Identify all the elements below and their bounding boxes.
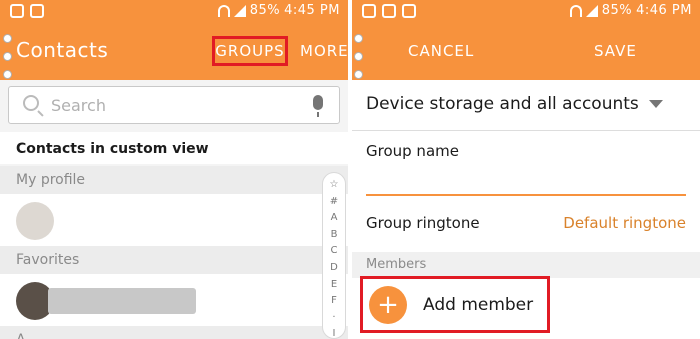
group-name-field[interactable] xyxy=(366,194,686,196)
group-name-label: Group name xyxy=(366,142,459,160)
index-letter: A xyxy=(16,332,26,339)
index-entry[interactable]: B xyxy=(323,227,345,244)
notification-icons xyxy=(362,4,416,18)
storage-label: Device storage and all accounts xyxy=(366,94,639,114)
mic-icon[interactable] xyxy=(313,95,323,117)
signal-icon xyxy=(585,4,598,17)
status-bar: 85% 4:46 PM xyxy=(352,0,700,24)
selection-handle xyxy=(354,52,363,61)
add-member-button[interactable]: + Add member xyxy=(360,276,550,333)
index-entry[interactable]: · xyxy=(323,310,345,327)
status-bar: 85% 4:45 PM xyxy=(0,0,348,24)
selection-handle xyxy=(3,34,12,43)
search-input[interactable] xyxy=(51,93,291,117)
dropdown-caret-icon xyxy=(648,100,663,108)
status-right: 85% 4:46 PM xyxy=(569,3,692,18)
clock: 4:46 PM xyxy=(636,3,692,18)
storage-dropdown[interactable]: Device storage and all accounts xyxy=(366,94,663,114)
app-bar: Contacts GROUPS MORE xyxy=(0,24,348,80)
search-bar[interactable] xyxy=(8,86,340,124)
wifi-icon xyxy=(569,4,582,17)
create-group-screen: 85% 4:46 PM CANCEL SAVE Device storage a… xyxy=(352,0,700,339)
clock: 4:45 PM xyxy=(284,3,340,18)
favorites-header: Favorites xyxy=(0,246,348,274)
index-entry[interactable]: I xyxy=(323,326,345,339)
cancel-button[interactable]: CANCEL xyxy=(408,42,474,60)
add-member-label: Add member xyxy=(423,294,534,315)
more-button[interactable]: MORE xyxy=(300,42,348,60)
groups-button[interactable]: GROUPS xyxy=(212,36,288,66)
blurred-contact-name xyxy=(48,288,196,314)
avatar xyxy=(16,202,54,240)
index-entry[interactable]: A xyxy=(323,210,345,227)
index-section-header: A xyxy=(0,326,348,339)
index-entry[interactable]: C xyxy=(323,243,345,260)
favorite-contact-row[interactable] xyxy=(0,274,348,326)
plus-icon: + xyxy=(369,285,407,324)
app-bar: CANCEL SAVE xyxy=(352,24,700,80)
ringtone-label[interactable]: Group ringtone xyxy=(366,214,480,232)
selection-handle xyxy=(3,52,12,61)
index-entry[interactable]: # xyxy=(323,194,345,211)
notification-icons xyxy=(10,4,44,18)
selection-handle xyxy=(354,34,363,43)
contacts-screen: 85% 4:45 PM Contacts GROUPS MORE Contact… xyxy=(0,0,348,339)
signal-icon xyxy=(233,4,246,17)
selection-handle xyxy=(3,70,12,79)
members-header: Members xyxy=(352,252,700,278)
alphabet-index[interactable]: ☆ # A B C D E F · I xyxy=(322,172,346,339)
wifi-icon xyxy=(217,4,230,17)
divider xyxy=(352,130,700,131)
status-right: 85% 4:45 PM xyxy=(217,3,340,18)
battery-text: 85% xyxy=(249,3,281,18)
custom-view-header[interactable]: Contacts in custom view xyxy=(0,132,348,164)
selection-handle xyxy=(354,70,363,79)
page-title: Contacts xyxy=(16,38,109,62)
battery-text: 85% xyxy=(601,3,633,18)
ringtone-value[interactable]: Default ringtone xyxy=(563,214,686,232)
index-entry[interactable]: F xyxy=(323,293,345,310)
profile-row[interactable] xyxy=(0,194,348,246)
index-entry[interactable]: D xyxy=(323,260,345,277)
index-entry[interactable]: ☆ xyxy=(323,177,345,194)
my-profile-header: My profile xyxy=(0,166,348,194)
index-entry[interactable]: E xyxy=(323,277,345,294)
search-icon xyxy=(23,95,39,111)
save-button[interactable]: SAVE xyxy=(594,42,637,60)
